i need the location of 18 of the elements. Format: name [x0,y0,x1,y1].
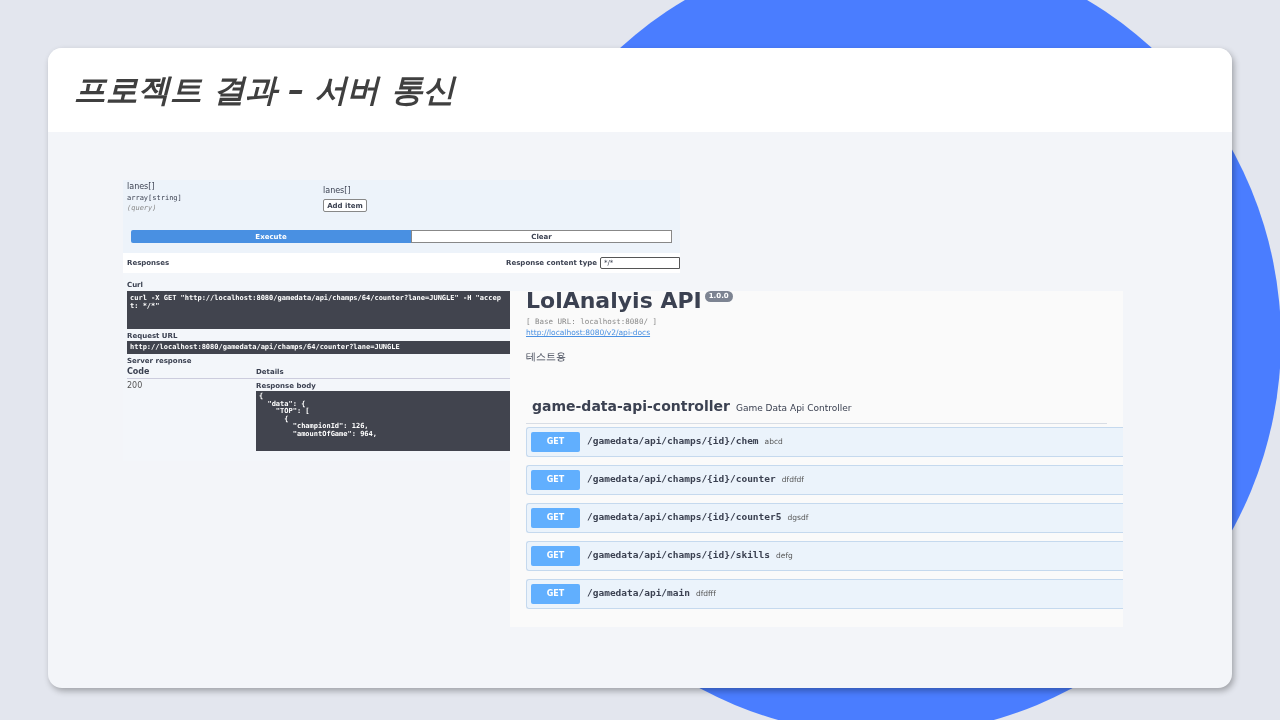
operation-path: /gamedata/api/champs/{id}/skills [587,548,771,563]
tag-description: Game Data Api Controller [735,402,852,415]
method-badge: GET [531,431,580,452]
operation-path: /gamedata/api/champs/{id}/counter [587,472,776,487]
method-badge: GET [531,583,580,604]
column-header: Code [127,367,151,377]
slide-title: 프로젝트 결과 – 서버 통신 [74,70,455,111]
tag-name[interactable]: game-data-api-controller [532,395,730,417]
operation-path: /gamedata/api/champs/{id}/counter5 [587,510,782,525]
operation-path: /gamedata/api/main [587,586,690,601]
method-badge: GET [531,507,580,528]
parameter-name: lanes[] [127,182,155,192]
operation-path: /gamedata/api/champs/{id}/chem [587,434,759,449]
api-title: LolAnalyis API [526,291,702,315]
response-code: 200 [127,382,144,392]
field-label: lanes[] [323,186,351,196]
method-badge: GET [531,469,580,490]
method-badge: GET [531,545,580,566]
